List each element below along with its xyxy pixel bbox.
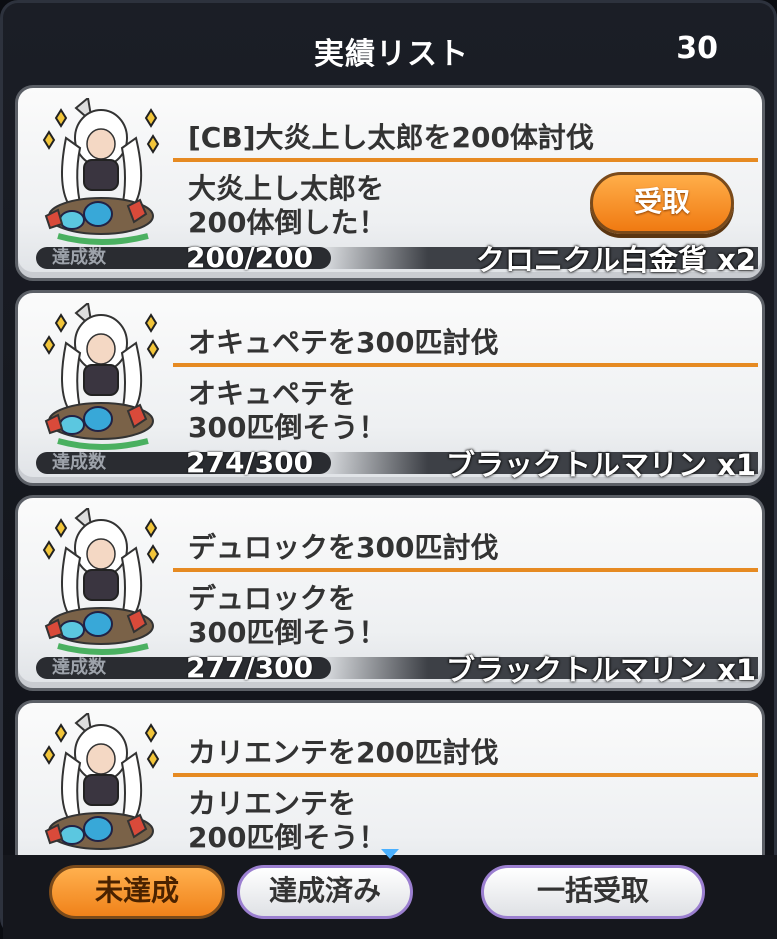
achievement-card: カリエンテを200匹討伐 カリエンテを 200匹倒そう！ — [15, 700, 765, 855]
reward-text: ブラックトルマリン x1 — [446, 653, 756, 687]
progress-value: 274/300 — [186, 446, 314, 479]
achievement-card: デュロックを300匹討伐 デュロックを 300匹倒そう！ 達成数 277/300… — [15, 495, 765, 691]
achievement-window: 実績リスト 30 [CB]大炎上し太郎を200体討伐 大炎上し太郎を 200体倒… — [0, 0, 777, 939]
tab-incomplete[interactable]: 未達成 — [49, 865, 225, 919]
progress-value: 200/200 — [186, 241, 314, 274]
progress-bar: 達成数 274/300 — [36, 446, 331, 479]
description-line: 大炎上し太郎を — [188, 172, 385, 205]
description-line: 300匹倒そう！ — [188, 616, 387, 649]
reward-text: ブラックトルマリン x1 — [446, 448, 756, 482]
scroll-down-arrow-icon — [381, 849, 399, 859]
description-line: オキュペテを — [188, 377, 357, 410]
achievement-title: デュロックを300匹討伐 — [188, 531, 499, 564]
progress-label: 達成数 — [52, 247, 106, 268]
progress-bar: 達成数 277/300 — [36, 651, 331, 684]
character-portrait-icon — [42, 713, 160, 850]
achievement-description: 大炎上し太郎を 200体倒した！ — [188, 172, 386, 240]
progress-label: 達成数 — [52, 657, 106, 678]
progress-value: 277/300 — [186, 651, 314, 684]
character-portrait-icon — [42, 303, 160, 450]
tab-completed[interactable]: 達成済み — [237, 865, 413, 919]
achievement-card: [CB]大炎上し太郎を200体討伐 大炎上し太郎を 200体倒した！ 受取 達成… — [15, 85, 765, 281]
progress-bar: 達成数 200/200 — [36, 241, 331, 274]
achievement-count: 30 — [676, 31, 718, 66]
achievement-card: オキュペテを300匹討伐 オキュペテを 300匹倒そう！ 達成数 274/300… — [15, 290, 765, 486]
title-divider — [173, 158, 758, 162]
character-portrait-icon — [42, 508, 160, 655]
footer-bar: 未達成 達成済み 一括受取 — [3, 855, 777, 939]
progress-label: 達成数 — [52, 452, 106, 473]
window-title: 実績リスト — [314, 37, 469, 72]
achievement-list[interactable]: [CB]大炎上し太郎を200体討伐 大炎上し太郎を 200体倒した！ 受取 達成… — [15, 85, 767, 855]
description-line: 200体倒した！ — [188, 206, 387, 239]
achievement-description: デュロックを 300匹倒そう！ — [188, 582, 386, 650]
bulk-claim-button[interactable]: 一括受取 — [481, 865, 705, 919]
description-line: 300匹倒そう！ — [188, 411, 387, 444]
title-divider — [173, 363, 758, 367]
achievement-title: [CB]大炎上し太郎を200体討伐 — [188, 121, 594, 154]
achievement-description: オキュペテを 300匹倒そう！ — [188, 377, 386, 445]
description-line: デュロックを — [188, 582, 357, 615]
description-line: 200匹倒そう！ — [188, 821, 387, 854]
achievement-title: オキュペテを300匹討伐 — [188, 326, 499, 359]
title-divider — [173, 568, 758, 572]
achievement-description: カリエンテを 200匹倒そう！ — [188, 787, 386, 855]
description-line: カリエンテを — [188, 787, 357, 820]
reward-text: クロニクル白金貨 x2 — [475, 243, 756, 277]
character-portrait-icon — [42, 98, 160, 245]
achievement-title: カリエンテを200匹討伐 — [188, 736, 499, 769]
header: 実績リスト 30 — [3, 3, 777, 85]
claim-button[interactable]: 受取 — [590, 172, 734, 234]
title-divider — [173, 773, 758, 777]
